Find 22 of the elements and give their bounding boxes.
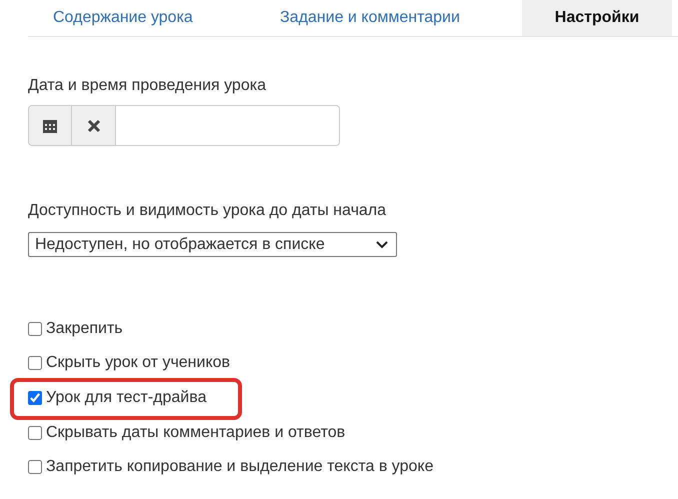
checkbox-label: Скрывать даты комментариев и ответов [46, 423, 346, 443]
tab[interactable]: Настройки [522, 0, 672, 36]
tab[interactable]: Задание и комментарии [238, 0, 522, 36]
checkbox-label: Закрепить [46, 319, 123, 339]
checkbox[interactable] [28, 356, 42, 370]
calendar-icon [42, 118, 58, 134]
chevron-down-icon [376, 240, 388, 248]
tab[interactable]: Содержание урока [28, 0, 238, 36]
checkbox[interactable] [28, 460, 42, 474]
availability-select[interactable]: Недоступен, но отображается в списке [28, 232, 397, 257]
checkbox-label: Скрыть урок от учеников [46, 353, 230, 373]
checkbox-label: Запретить копирование и выделение текста в уроке [46, 457, 434, 477]
checkbox[interactable] [28, 426, 42, 440]
checkbox[interactable] [28, 322, 42, 336]
checkbox[interactable] [28, 391, 42, 405]
calendar-button[interactable] [28, 105, 72, 146]
close-icon [86, 118, 101, 132]
field-label: Дата и время проведения урока [28, 76, 267, 96]
checkbox-label: Урок для тест-драйва [46, 388, 206, 408]
date-input[interactable] [116, 105, 340, 146]
field-label: Доступность и видимость урока до даты начала [28, 201, 388, 221]
clear-button[interactable] [72, 105, 116, 146]
